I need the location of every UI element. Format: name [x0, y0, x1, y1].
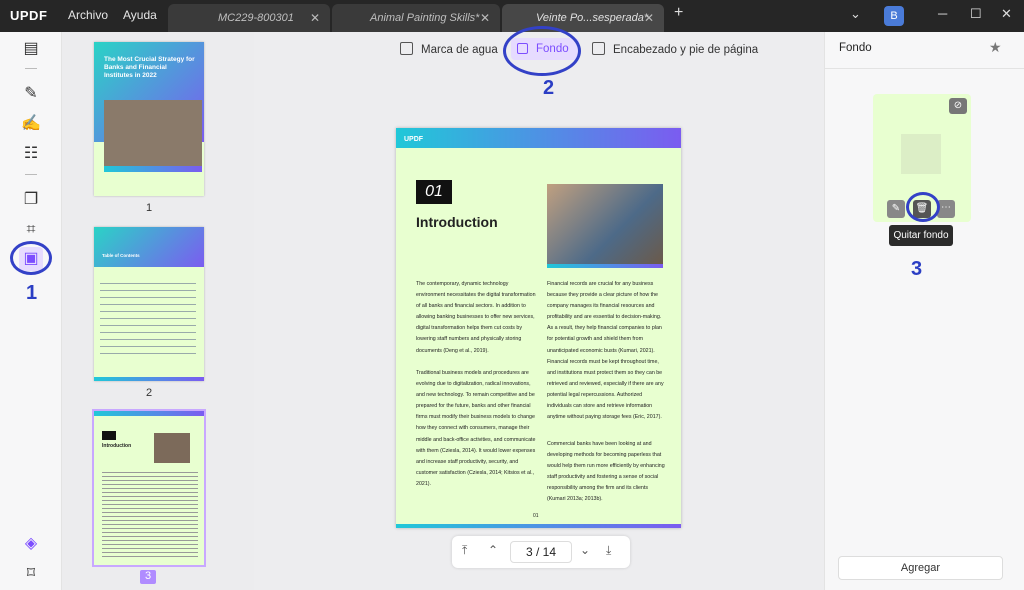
- paragraph: Commercial banks have been looking at an…: [547, 441, 665, 503]
- page-separator: /: [535, 545, 540, 559]
- crop-icon[interactable]: ⌗: [19, 218, 43, 242]
- organize-pages-icon[interactable]: ❐: [19, 188, 43, 212]
- layers-icon[interactable]: ◈: [19, 532, 43, 556]
- watermark-icon: [400, 42, 413, 55]
- chapter-number: 01: [416, 180, 452, 204]
- thumbnail-page-2[interactable]: Table of Contents: [94, 227, 204, 381]
- menu-archivo[interactable]: Archivo: [68, 8, 108, 22]
- page-label: 01: [533, 513, 539, 519]
- tab-label: Animal Painting Skills*: [370, 12, 480, 24]
- first-page-icon[interactable]: ⤒: [462, 543, 467, 558]
- thumbnail-title: Table of Contents: [102, 253, 140, 258]
- close-window-icon[interactable]: ✕: [1001, 6, 1012, 22]
- watermark-button[interactable]: Marca de agua: [400, 42, 498, 56]
- chapter-badge: [102, 431, 116, 440]
- document-page: UPDF 01 Introduction The contemporary, d…: [396, 128, 681, 528]
- tab-label: Veinte Po...sesperada*: [536, 12, 649, 24]
- divider: [825, 68, 1024, 69]
- section-image: [547, 184, 663, 264]
- menu-ayuda[interactable]: Ayuda: [123, 8, 157, 22]
- page-number-1: 1: [145, 202, 153, 214]
- hide-icon[interactable]: ⊘: [949, 98, 967, 114]
- comment-icon[interactable]: ✎: [19, 82, 43, 106]
- header-footer-button[interactable]: Encabezado y pie de página: [592, 42, 758, 56]
- thumbnail-page-1[interactable]: The Most Crucial Strategy for Banks and …: [94, 42, 204, 196]
- panel-title: Fondo: [839, 42, 872, 54]
- header-footer-label: Encabezado y pie de página: [613, 44, 759, 56]
- thumbnail-page-3[interactable]: Introduction: [92, 409, 206, 567]
- add-button[interactable]: Agregar: [838, 556, 1003, 580]
- highlight-ring: [10, 241, 52, 275]
- page-input[interactable]: 3 / 14: [510, 541, 572, 563]
- close-icon[interactable]: ✕: [310, 11, 320, 25]
- annotation-1: 1: [26, 282, 38, 304]
- thumbnail-bar: [94, 377, 204, 381]
- close-icon[interactable]: ✕: [644, 11, 654, 25]
- maximize-icon[interactable]: ☐: [970, 6, 982, 22]
- chevron-down-icon[interactable]: ⌄: [850, 6, 861, 22]
- reader-icon[interactable]: ▤: [19, 37, 43, 61]
- bookmark-icon[interactable]: ⌑: [19, 562, 43, 586]
- edit-icon[interactable]: ✎: [887, 200, 905, 218]
- thumbnail-panel: The Most Crucial Strategy for Banks and …: [62, 32, 254, 590]
- thumbnail-title: The Most Crucial Strategy for Banks and …: [104, 56, 195, 79]
- tooltip: Quitar fondo: [889, 225, 953, 246]
- thumbnail-bar: [94, 411, 204, 416]
- preview-graphic: [901, 134, 941, 174]
- annotation-3: 3: [911, 258, 923, 280]
- paragraph: Traditional business models and procedur…: [416, 370, 536, 487]
- page-number-2: 2: [145, 387, 153, 399]
- form-icon[interactable]: ☷: [19, 142, 43, 166]
- toc-lines: [100, 277, 196, 357]
- last-page-icon[interactable]: ⤓: [606, 543, 611, 558]
- edit-icon[interactable]: ✍: [19, 112, 43, 136]
- page-navigator: ⤒ ⌃ 3 / 14 ⌄ ⤓: [452, 536, 630, 568]
- tab-label: MC229-800301: [218, 12, 294, 24]
- header-footer-icon: [592, 42, 605, 55]
- thumbnail-bar: [104, 166, 202, 172]
- minimize-icon[interactable]: ─: [938, 6, 947, 21]
- page-footer-bar: [396, 524, 681, 528]
- watermark-label: Marca de agua: [421, 44, 498, 56]
- highlight-ring: [906, 192, 940, 222]
- annotation-2: 2: [543, 77, 555, 99]
- thumbnail-image: [154, 433, 190, 463]
- tab-document-1[interactable]: MC229-800301 ✕: [168, 4, 330, 32]
- title-bar: UPDF Archivo Ayuda MC229-800301 ✕ Animal…: [0, 0, 1024, 32]
- section-heading: Introduction: [416, 214, 498, 230]
- close-icon[interactable]: ✕: [480, 11, 490, 25]
- avatar[interactable]: B: [884, 6, 904, 26]
- page-header-bar: UPDF: [396, 128, 681, 148]
- current-page: 3: [525, 545, 533, 559]
- divider: [25, 174, 37, 175]
- page-number-3: 3: [140, 570, 156, 584]
- document-logo: UPDF: [404, 136, 424, 143]
- total-pages: 14: [542, 545, 557, 559]
- background-panel: Fondo ★ ⊘ ✎ 🗑 ⋯: [824, 32, 1024, 590]
- star-icon[interactable]: ★: [989, 39, 1002, 56]
- thumbnail-image: [104, 100, 202, 166]
- new-tab-icon[interactable]: +: [674, 4, 683, 22]
- next-page-icon[interactable]: ⌄: [580, 543, 590, 557]
- thumbnail-title: Introduction: [102, 443, 132, 449]
- text-lines: [102, 469, 198, 559]
- paragraph: Financial records are crucial for any bu…: [547, 281, 664, 421]
- left-toolbar: ▤ ✎ ✍ ☷ ❐ ⌗ ▣ ◈ ⌑: [0, 32, 62, 590]
- image-bar: [547, 264, 663, 268]
- highlight-ring: [503, 26, 581, 76]
- previous-page-icon[interactable]: ⌃: [488, 543, 498, 557]
- app-logo[interactable]: UPDF: [10, 8, 47, 23]
- tab-document-2[interactable]: Animal Painting Skills* ✕: [332, 4, 500, 32]
- paragraph: The contemporary, dynamic technology env…: [416, 281, 536, 354]
- divider: [25, 68, 37, 69]
